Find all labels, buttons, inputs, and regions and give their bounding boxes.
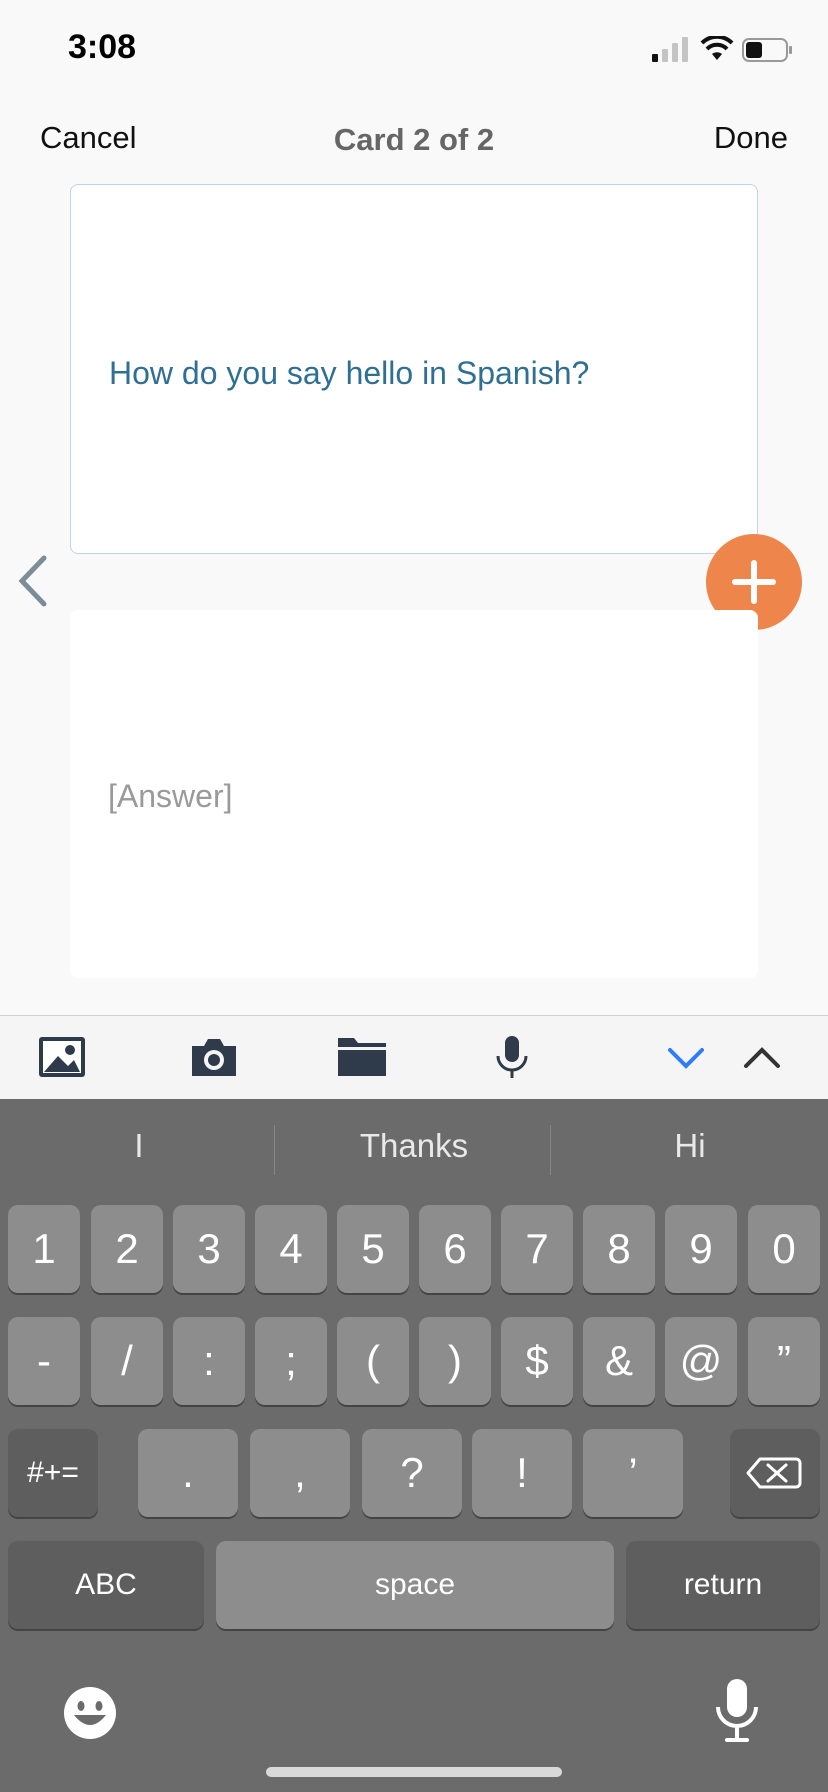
dictation-microphone-icon[interactable] <box>712 1677 762 1747</box>
chevron-up-icon[interactable] <box>736 1034 788 1080</box>
delete-key[interactable] <box>730 1429 820 1517</box>
system-keyboard: I Thanks Hi 1 2 3 4 5 6 7 8 9 0 - / : ; … <box>0 1099 828 1792</box>
key-hyphen[interactable]: - <box>8 1317 80 1405</box>
key-semicolon[interactable]: ; <box>255 1317 327 1405</box>
status-time: 3:08 <box>68 28 137 66</box>
chevron-down-icon[interactable] <box>660 1034 712 1080</box>
card-front-text: How do you say hello in Spanish? <box>109 355 590 391</box>
suggestion-divider <box>550 1125 551 1175</box>
backspace-icon <box>746 1457 802 1489</box>
key-period[interactable]: . <box>138 1429 238 1517</box>
key-6[interactable]: 6 <box>419 1205 491 1293</box>
key-exclamation[interactable]: ! <box>472 1429 572 1517</box>
key-ampersand[interactable]: & <box>583 1317 655 1405</box>
key-3[interactable]: 3 <box>173 1205 245 1293</box>
suggestion-bar: I Thanks Hi <box>0 1099 828 1199</box>
microphone-icon[interactable] <box>486 1034 538 1080</box>
card-front-editor[interactable]: How do you say hello in Spanish? <box>70 184 758 554</box>
key-9[interactable]: 9 <box>665 1205 737 1293</box>
key-quote[interactable]: ” <box>748 1317 820 1405</box>
previous-card-chevron-icon[interactable] <box>14 554 54 608</box>
page-title: Card 2 of 2 <box>333 122 495 157</box>
key-4[interactable]: 4 <box>255 1205 327 1293</box>
suggestion-2[interactable]: Thanks <box>279 1127 549 1165</box>
key-apostrophe[interactable]: ’ <box>583 1429 683 1517</box>
key-close-paren[interactable]: ) <box>419 1317 491 1405</box>
key-7[interactable]: 7 <box>501 1205 573 1293</box>
key-dollar[interactable]: $ <box>501 1317 573 1405</box>
key-5[interactable]: 5 <box>337 1205 409 1293</box>
key-8[interactable]: 8 <box>583 1205 655 1293</box>
media-toolbar <box>0 1015 828 1100</box>
folder-icon[interactable] <box>336 1034 388 1080</box>
space-key[interactable]: space <box>216 1541 614 1629</box>
wifi-icon <box>700 36 734 60</box>
symbols-toggle-key[interactable]: #+= <box>8 1429 98 1517</box>
camera-icon[interactable] <box>188 1034 240 1080</box>
image-icon[interactable] <box>36 1034 88 1080</box>
abc-key[interactable]: ABC <box>8 1541 204 1629</box>
emoji-icon[interactable] <box>62 1685 118 1741</box>
key-0[interactable]: 0 <box>748 1205 820 1293</box>
card-back-placeholder: [Answer] <box>108 778 233 814</box>
key-question[interactable]: ? <box>362 1429 462 1517</box>
key-2[interactable]: 2 <box>91 1205 163 1293</box>
return-key[interactable]: return <box>626 1541 820 1629</box>
key-1[interactable]: 1 <box>8 1205 80 1293</box>
suggestion-3[interactable]: Hi <box>555 1127 825 1165</box>
key-colon[interactable]: : <box>173 1317 245 1405</box>
battery-icon <box>742 38 792 62</box>
card-back-editor[interactable]: [Answer] <box>70 610 758 978</box>
done-button[interactable]: Done <box>714 120 788 156</box>
suggestion-divider <box>274 1125 275 1175</box>
key-slash[interactable]: / <box>91 1317 163 1405</box>
home-indicator[interactable] <box>266 1767 562 1777</box>
cellular-signal-icon <box>652 37 688 62</box>
suggestion-1[interactable]: I <box>4 1127 274 1165</box>
key-open-paren[interactable]: ( <box>337 1317 409 1405</box>
key-comma[interactable]: , <box>250 1429 350 1517</box>
key-at[interactable]: @ <box>665 1317 737 1405</box>
